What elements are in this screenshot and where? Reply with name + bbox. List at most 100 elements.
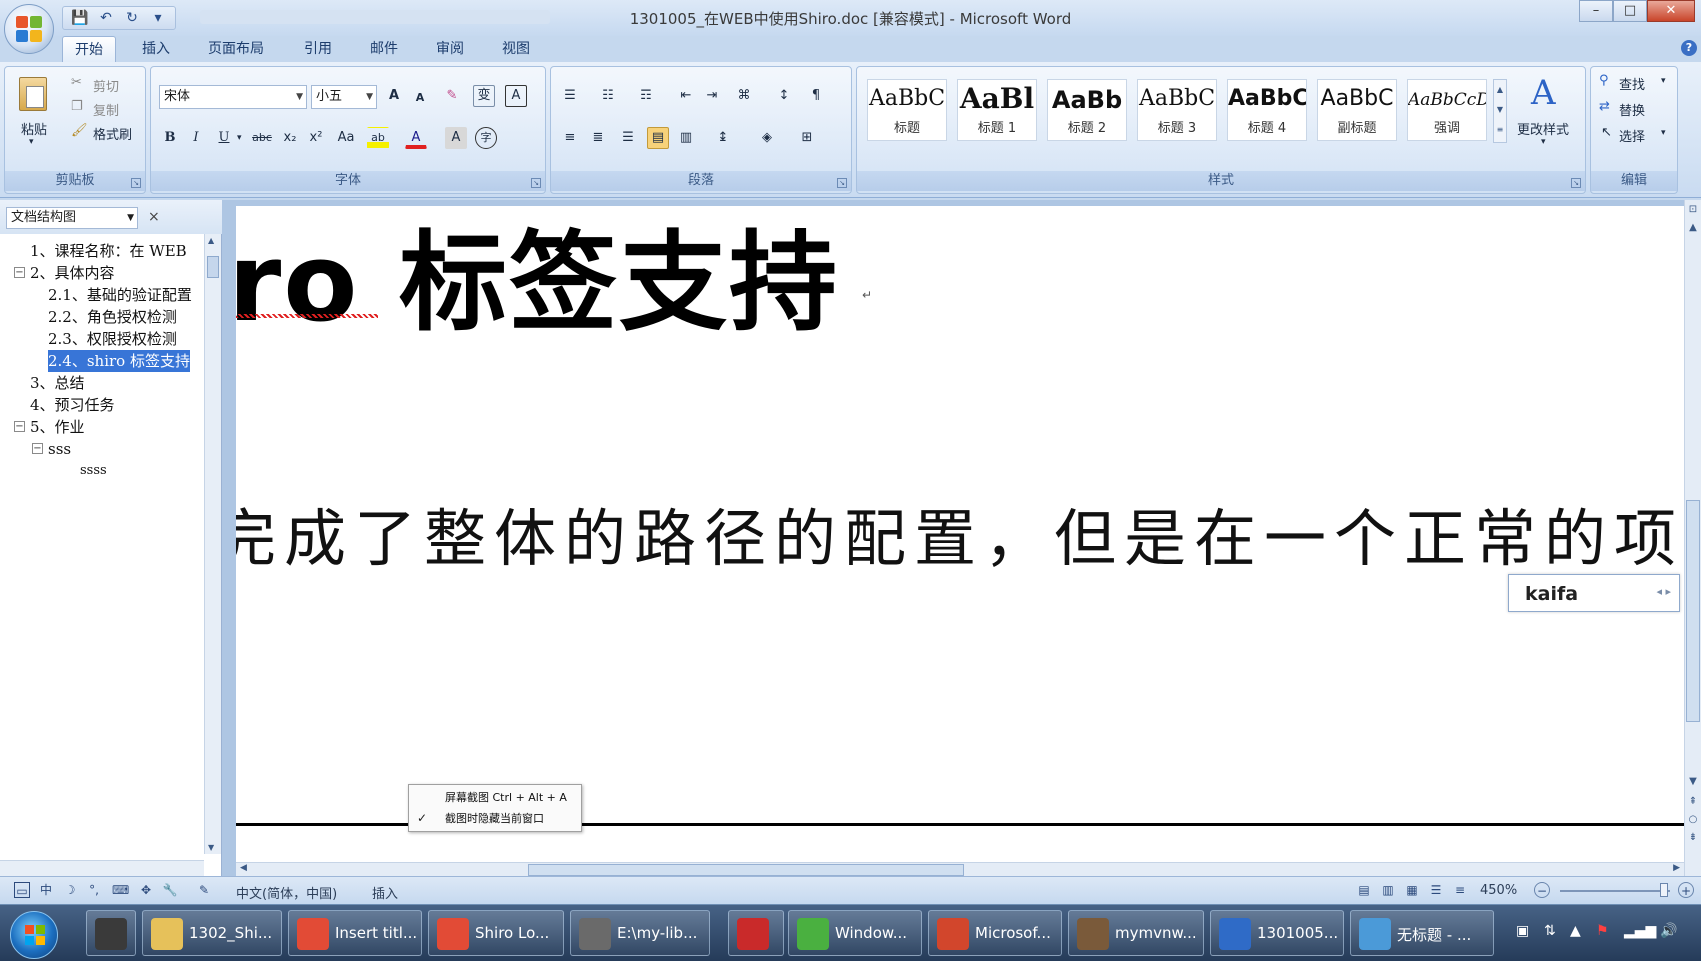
previous-page-icon[interactable]: ⇞ — [1687, 796, 1699, 807]
tab-home[interactable]: 开始 — [62, 36, 116, 62]
volume-icon[interactable]: 🔊 — [1660, 923, 1677, 939]
style-tile[interactable]: AaBbC 副标题 — [1317, 79, 1397, 141]
document-map-hscrollbar[interactable] — [0, 860, 204, 876]
font-size-combo[interactable]: 小五 ▼ — [311, 85, 377, 109]
tab-insert[interactable]: 插入 — [130, 36, 182, 62]
zoom-in-icon[interactable]: + — [1678, 882, 1694, 898]
tab-mailings[interactable]: 邮件 — [358, 36, 410, 62]
style-tile[interactable]: AaBbC 标题 — [867, 79, 947, 141]
phonetic-guide-icon[interactable]: 变 — [473, 85, 495, 107]
scroll-right-icon[interactable]: ▶ — [1673, 863, 1680, 873]
moon-icon[interactable]: ☽ — [62, 882, 78, 898]
tab-page-layout[interactable]: 页面布局 — [196, 36, 276, 62]
style-tile[interactable]: AaBbCcD 强调 — [1407, 79, 1487, 141]
chevron-left-icon[interactable]: ◂ — [1656, 585, 1662, 598]
scroll-up-icon[interactable]: ▲ — [208, 236, 214, 245]
align-left-icon[interactable]: ≡ — [559, 127, 581, 149]
scroll-down-icon[interactable]: ▼ — [208, 843, 214, 852]
style-tile[interactable]: AaBbC 标题 4 — [1227, 79, 1307, 141]
subscript-icon[interactable]: x₂ — [279, 127, 301, 149]
document-hscrollbar[interactable]: ◀ ▶ — [236, 862, 1684, 876]
nav-tree-item[interactable]: 2.2、角色授权检测 — [48, 306, 177, 328]
zoom-slider[interactable] — [1560, 890, 1670, 892]
maximize-button[interactable]: □ — [1613, 0, 1647, 22]
grow-font-icon[interactable]: A — [383, 85, 405, 107]
bold-icon[interactable]: B — [159, 127, 181, 149]
close-pane-icon[interactable]: × — [148, 209, 160, 225]
scroll-left-icon[interactable]: ◀ — [240, 863, 247, 873]
taskbar-window-button[interactable]: Microsof... — [928, 910, 1062, 956]
chevron-right-icon[interactable]: ▸ — [1665, 585, 1671, 598]
taskbar-window-button[interactable]: mymvnw... — [1068, 910, 1204, 956]
tray-arrow-icon[interactable]: ⇅ — [1544, 923, 1556, 939]
font-launcher-icon[interactable]: ↘ — [531, 178, 541, 188]
taskbar-pinned-app[interactable] — [728, 910, 784, 956]
italic-icon[interactable]: I — [185, 127, 207, 149]
align-center-icon[interactable]: ≣ — [587, 127, 609, 149]
browse-object-icon[interactable]: ○ — [1687, 814, 1699, 825]
nav-tree-item[interactable]: 1、课程名称：在 WEB — [30, 240, 187, 262]
replace-button[interactable]: ⇄ 替换 — [1599, 99, 1675, 119]
taskbar-window-button[interactable]: Shiro Lo... — [428, 910, 564, 956]
nav-tree-item[interactable]: ssss — [80, 460, 107, 482]
underline-icon[interactable]: U — [213, 127, 235, 149]
style-tile[interactable]: AaBb 标题 2 — [1047, 79, 1127, 141]
styles-launcher-icon[interactable]: ↘ — [1571, 178, 1581, 188]
scroll-thumb[interactable] — [1686, 500, 1700, 722]
draft-view-icon[interactable]: ≡ — [1452, 882, 1468, 898]
heading-text[interactable]: ro 标签支持 — [236, 206, 839, 352]
paragraph-launcher-icon[interactable]: ↘ — [837, 178, 847, 188]
paragraph-shading-icon[interactable]: ◈ — [751, 127, 783, 149]
insert-mode-status[interactable]: 插入 — [372, 883, 398, 902]
body-text[interactable]: 完成了整体的路径的配置，但是在一个正常的项目 — [236, 488, 1684, 578]
style-tile[interactable]: AaBbC 标题 3 — [1137, 79, 1217, 141]
chevron-down-icon[interactable]: ▾ — [237, 133, 242, 143]
tree-collapse-icon[interactable]: − — [14, 267, 25, 278]
document-map-dropdown[interactable]: 文档结构图 ▼ — [6, 207, 138, 229]
tab-view[interactable]: 视图 — [490, 36, 542, 62]
tree-collapse-icon[interactable]: − — [14, 421, 25, 432]
nav-tree-item[interactable]: 5、作业 — [30, 416, 85, 438]
cut-button[interactable]: ✂ 剪切 — [71, 75, 141, 95]
multilevel-list-icon[interactable]: ☶ — [635, 85, 657, 107]
menu-item-screen-capture[interactable]: 屏幕截图 Ctrl + Alt + A — [445, 788, 567, 808]
scroll-thumb[interactable] — [207, 256, 219, 278]
change-case-icon[interactable]: Aa — [333, 127, 359, 149]
taskbar-window-button[interactable]: 1301005... — [1210, 910, 1344, 956]
document-vscrollbar[interactable]: ⊡ ▲ ▼ ⇞ ○ ⇟ — [1684, 200, 1701, 876]
scroll-thumb[interactable] — [528, 864, 964, 876]
tree-collapse-icon[interactable]: − — [32, 443, 43, 454]
highlight-icon[interactable]: ab — [367, 127, 389, 149]
scroll-up-icon[interactable]: ▲ — [1687, 222, 1699, 233]
ruler-toggle-icon[interactable]: ⊡ — [1687, 204, 1699, 215]
keyboard-icon[interactable]: ⌨ — [112, 882, 129, 898]
select-button[interactable]: ↖ 选择 ▾ — [1599, 125, 1675, 145]
taskbar-window-button[interactable]: 1302_Shi... — [142, 910, 282, 956]
nav-tree-item[interactable]: sss — [48, 438, 71, 460]
nav-tree-item[interactable]: 3、总结 — [30, 372, 85, 394]
show-formatting-marks-icon[interactable]: ¶ — [805, 85, 827, 107]
find-button[interactable]: ⚲ 查找 ▾ — [1599, 73, 1675, 93]
increase-indent-icon[interactable]: ⇥ — [701, 85, 723, 107]
document-map-scrollbar[interactable]: ▲ ▼ — [204, 234, 221, 854]
align-right-icon[interactable]: ☰ — [617, 127, 639, 149]
ime-page-arrows[interactable]: ◂ ▸ — [1656, 585, 1671, 598]
distributed-icon[interactable]: ▥ — [675, 127, 697, 149]
zoom-out-icon[interactable]: − — [1534, 882, 1550, 898]
help-icon[interactable]: ? — [1681, 40, 1697, 56]
tab-references[interactable]: 引用 — [292, 36, 344, 62]
full-screen-reading-icon[interactable]: ▥ — [1380, 882, 1396, 898]
strikethrough-icon[interactable]: abc — [249, 127, 275, 149]
paste-dropdown-icon[interactable]: ▾ — [29, 137, 34, 147]
page-view-icon[interactable]: ▭ — [14, 882, 30, 898]
character-shading-icon[interactable]: A — [445, 127, 467, 149]
language-status[interactable]: 中文(简体，中国) — [236, 883, 337, 902]
nav-tree-item[interactable]: 2.3、权限授权检测 — [48, 328, 177, 350]
character-border-icon[interactable]: A — [505, 85, 527, 107]
format-painter-button[interactable]: 🖌 格式刷 — [71, 123, 141, 143]
enclose-characters-icon[interactable]: 字 — [475, 127, 497, 149]
tools-icon[interactable]: 🔧 — [162, 882, 178, 898]
font-color-icon[interactable]: A — [405, 127, 427, 149]
numbering-icon[interactable]: ☷ — [597, 85, 619, 107]
nav-tree-item[interactable]: 4、预习任务 — [30, 394, 115, 416]
